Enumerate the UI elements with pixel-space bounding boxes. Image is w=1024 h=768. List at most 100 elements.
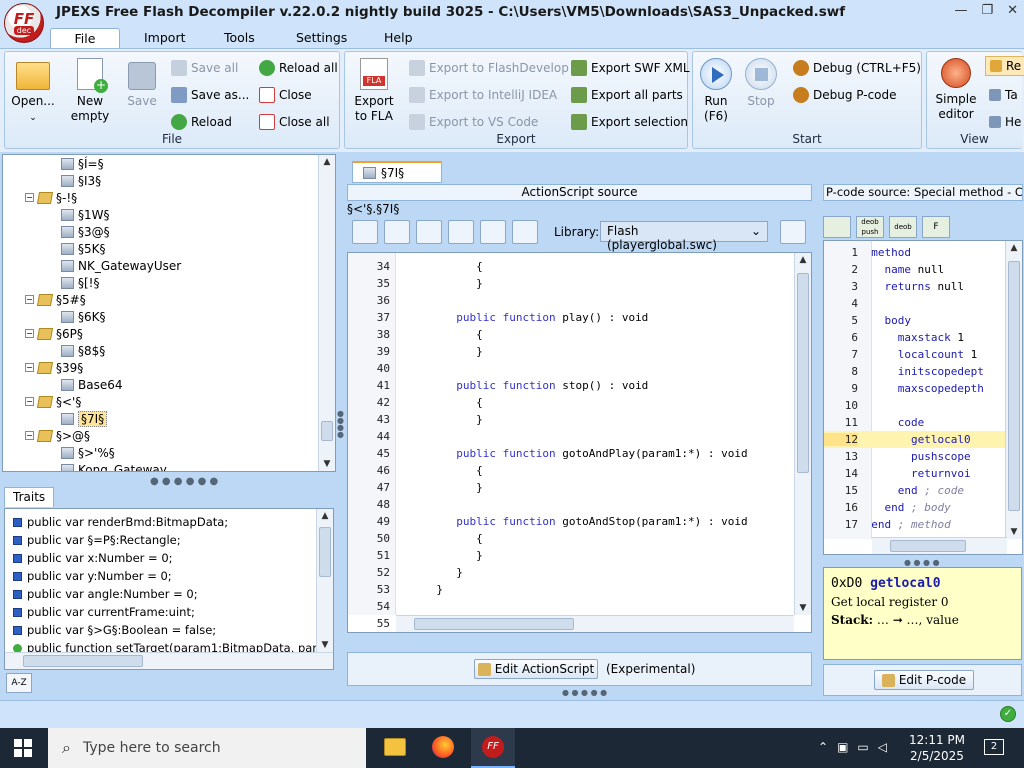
collapse-icon[interactable]: − — [25, 363, 34, 372]
tree-class[interactable]: §>'%§ — [61, 444, 115, 461]
trait-item[interactable]: public var §=P§:Rectangle; — [13, 531, 181, 549]
tree-class[interactable]: §Í=§ — [61, 155, 104, 172]
run-button[interactable]: Run (F6) — [697, 58, 735, 124]
export-intellij-button[interactable]: Export to IntelliJ IDEA — [409, 85, 557, 105]
tab-import[interactable]: Import — [130, 28, 200, 48]
collapse-icon[interactable]: − — [25, 329, 34, 338]
traits-tab[interactable]: Traits — [4, 487, 55, 507]
reload-button[interactable]: Reload — [171, 112, 232, 132]
pcode-hscrollbar[interactable] — [872, 537, 1007, 554]
windows-start-icon[interactable] — [14, 739, 32, 757]
pcode-vscrollbar-thumb[interactable] — [1008, 261, 1020, 511]
tree-class[interactable]: §I3§ — [61, 172, 101, 189]
export-selection-button[interactable]: Export selection — [571, 112, 688, 132]
view-resources-button[interactable]: Re — [985, 56, 1024, 76]
pcode-splitter-grip[interactable]: ● ● ● ● — [904, 558, 940, 567]
new-empty-button[interactable]: + New empty — [63, 58, 117, 124]
tree-package[interactable]: − §-!§ — [25, 189, 77, 206]
tree-class[interactable]: §1W§ — [61, 206, 110, 223]
firefox-icon[interactable] — [432, 736, 454, 758]
file-explorer-icon[interactable] — [384, 738, 406, 756]
code-editor[interactable]: 34 {35 } 36 37 public function play() : v… — [347, 252, 812, 633]
tree-scrollbar-thumb[interactable] — [321, 421, 333, 441]
fold-icon[interactable]: F — [922, 216, 950, 238]
volume-mute-icon[interactable]: ◁ — [878, 740, 887, 754]
tree-class[interactable]: §6K§ — [61, 308, 106, 325]
tree-class[interactable]: §8$§ — [61, 342, 105, 359]
search-next-icon[interactable] — [384, 220, 410, 244]
code-vscrollbar[interactable]: ▲ ▼ — [794, 253, 811, 615]
edit-pcode-button[interactable]: Edit P-code — [874, 670, 974, 690]
sort-az-icon[interactable]: A-Z — [6, 673, 32, 693]
edit-actionscript-button[interactable]: Edit ActionScript — [474, 659, 598, 679]
trait-item[interactable]: public var x:Number = 0; — [13, 549, 173, 567]
tree-class[interactable]: Kong_Gateway — [61, 461, 167, 471]
export-all-parts-button[interactable]: Export all parts — [571, 85, 683, 105]
graph-icon[interactable] — [480, 220, 506, 244]
tree-package[interactable]: − §6P§ — [25, 325, 83, 342]
ethernet-icon[interactable]: ▭ — [857, 740, 868, 754]
deob-push-icon[interactable]: deob push — [856, 216, 884, 238]
tab-file[interactable]: File — [50, 28, 120, 48]
traits-hscrollbar[interactable] — [5, 652, 333, 669]
minimize-icon[interactable]: — — [954, 3, 967, 18]
ffdec-taskbar-button[interactable]: FF — [471, 728, 515, 768]
tab-settings[interactable]: Settings — [282, 28, 361, 48]
clock[interactable]: 12:11 PM 2/5/2025 — [904, 732, 970, 764]
tree-package[interactable]: − §5#§ — [25, 291, 86, 308]
link-icon[interactable] — [780, 220, 806, 244]
tab-help[interactable]: Help — [370, 28, 427, 48]
trait-item[interactable]: public var angle:Number = 0; — [13, 585, 198, 603]
tree-package[interactable]: − §<'§ — [25, 393, 81, 410]
pcode-graph-icon[interactable] — [823, 216, 851, 238]
trait-item[interactable]: public var renderBmd:BitmapData; — [13, 513, 228, 531]
trait-item[interactable]: public var y:Number = 0; — [13, 567, 172, 585]
export-swf-xml-button[interactable]: Export SWF XML — [571, 58, 690, 78]
debug-button[interactable]: Debug (CTRL+F5) — [793, 58, 921, 78]
code-hscrollbar[interactable] — [396, 615, 794, 632]
tree-class[interactable]: §3@§ — [61, 223, 110, 240]
pcode-vscrollbar[interactable]: ▲ ▼ — [1005, 241, 1022, 539]
view-hex-button[interactable]: He — [989, 112, 1021, 132]
open-button[interactable]: Open... ⌄ — [9, 58, 57, 126]
editor-tab[interactable]: §7I§ — [352, 161, 442, 183]
tree-class[interactable]: §[!§ — [61, 274, 100, 291]
tree-class[interactable]: §5K§ — [61, 240, 106, 257]
traits-scrollbar-thumb[interactable] — [319, 527, 331, 577]
debug-pcode-button[interactable]: Debug P-code — [793, 85, 897, 105]
tree-package[interactable]: − §39§ — [25, 359, 83, 376]
export-doc-icon[interactable] — [416, 220, 442, 244]
code-vscrollbar-thumb[interactable] — [797, 273, 809, 473]
tab-tools[interactable]: Tools — [210, 28, 269, 48]
list-icon[interactable] — [512, 220, 538, 244]
library-select[interactable]: Flash (playerglobal.swc) ⌄ — [600, 221, 768, 252]
chevron-up-icon[interactable]: ⌃ — [818, 740, 828, 754]
tree-class[interactable]: NK_GatewayUser — [61, 257, 181, 274]
splitter-grip[interactable]: ● ● ● ● ● ● — [150, 476, 218, 487]
hsplitter-grip[interactable]: ● ● ● ● ● — [562, 688, 607, 697]
trait-item[interactable]: public var §>G§:Boolean = false; — [13, 621, 216, 639]
search-box[interactable]: ⌕ Type here to search — [48, 728, 366, 768]
pcode-hscrollbar-thumb[interactable] — [890, 540, 966, 552]
save-button[interactable]: Save — [121, 58, 163, 109]
collapse-icon[interactable]: − — [25, 193, 34, 202]
stop-button[interactable]: Stop — [743, 58, 779, 109]
pcode-editor[interactable]: 1 method 2 name null 3 returns null 4 5 bod… — [823, 240, 1023, 555]
reload-all-button[interactable]: Reload all — [259, 58, 338, 78]
code-hscrollbar-thumb[interactable] — [414, 618, 574, 630]
export-to-fla-button[interactable]: FLA Export to FLA — [351, 58, 397, 124]
view-tags-button[interactable]: Ta — [989, 85, 1018, 105]
export-vscode-button[interactable]: Export to VS Code — [409, 112, 538, 132]
notification-icon[interactable]: 2 — [984, 739, 1004, 755]
collapse-icon[interactable]: − — [25, 431, 34, 440]
traits-hscrollbar-thumb[interactable] — [23, 655, 143, 667]
traits-scrollbar[interactable]: ▲ ▼ — [316, 509, 333, 652]
tree-package[interactable]: − §>@§ — [25, 427, 90, 444]
tree-class[interactable]: §7I§ — [61, 410, 108, 427]
close-icon[interactable]: ✕ — [1007, 3, 1018, 18]
close-button[interactable]: Close — [259, 85, 312, 105]
vsplitter-grip[interactable]: ● ● ● ● — [337, 410, 344, 439]
save-all-button[interactable]: Save all — [171, 58, 238, 78]
deobfuscate-icon[interactable] — [448, 220, 474, 244]
collapse-icon[interactable]: − — [25, 295, 34, 304]
